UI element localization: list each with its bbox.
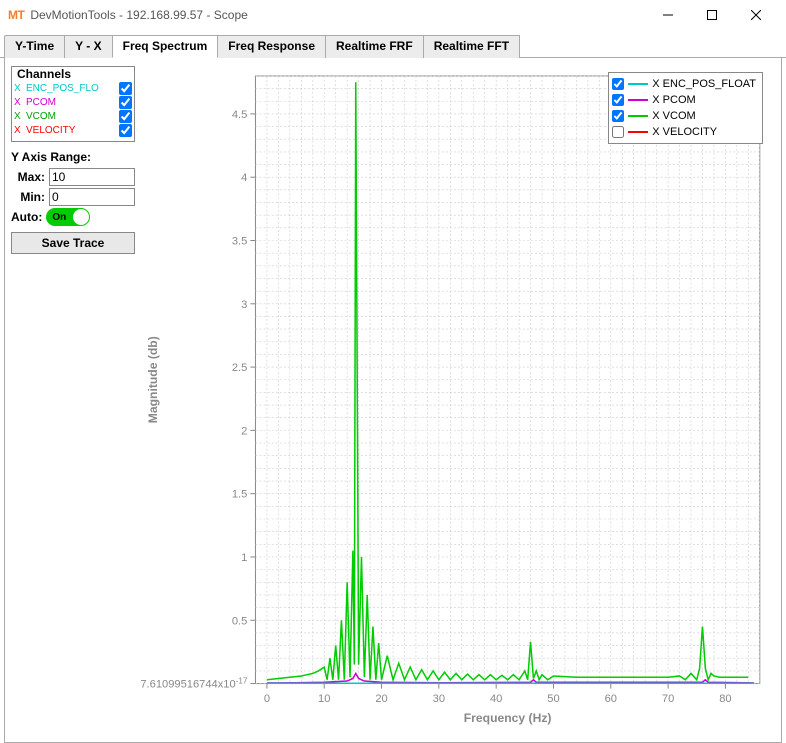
legend-swatch	[628, 131, 648, 133]
window-title: DevMotionTools - 192.168.99.57 - Scope	[30, 8, 646, 22]
legend-label: X ENC_POS_FLOAT	[652, 78, 756, 90]
channels-title: Channels	[14, 67, 74, 81]
svg-text:1: 1	[241, 552, 247, 564]
legend-row-1: X PCOM	[612, 92, 756, 108]
legend-checkbox-3[interactable]	[612, 126, 624, 138]
svg-text:40: 40	[490, 693, 502, 705]
channel-row-1: XPCOM	[12, 95, 134, 109]
legend: X ENC_POS_FLOAT X PCOM X VCOM X VELOCITY	[608, 72, 763, 144]
app-icon: MT	[8, 8, 24, 22]
channel-x-icon: X	[14, 125, 26, 136]
channel-x-icon: X	[14, 83, 26, 94]
legend-checkbox-2[interactable]	[612, 110, 624, 122]
svg-text:7.61099516744x10-17: 7.61099516744x10-17	[140, 676, 247, 691]
channel-label: PCOM	[26, 97, 119, 108]
save-trace-button[interactable]: Save Trace	[11, 232, 135, 254]
content-area: Channels XENC_POS_FLOXPCOMXVCOMXVELOCITY…	[4, 58, 782, 743]
legend-label: X VCOM	[652, 110, 695, 122]
channel-label: VELOCITY	[26, 125, 119, 136]
svg-text:4.5: 4.5	[232, 109, 247, 121]
svg-text:60: 60	[605, 693, 617, 705]
maximize-button[interactable]	[690, 0, 734, 30]
max-input[interactable]	[49, 168, 135, 186]
channel-label: VCOM	[26, 111, 119, 122]
tab-freq-response[interactable]: Freq Response	[217, 35, 326, 58]
svg-text:80: 80	[719, 693, 731, 705]
legend-row-3: X VELOCITY	[612, 124, 756, 140]
min-input[interactable]	[49, 188, 135, 206]
tab-bar: Y-TimeY - XFreq SpectrumFreq ResponseRea…	[0, 30, 786, 58]
svg-text:2: 2	[241, 425, 247, 437]
channel-x-icon: X	[14, 111, 26, 122]
channel-row-3: XVELOCITY	[12, 123, 134, 137]
titlebar: MT DevMotionTools - 192.168.99.57 - Scop…	[0, 0, 786, 30]
svg-text:0: 0	[264, 693, 270, 705]
channel-row-0: XENC_POS_FLO	[12, 81, 134, 95]
svg-text:30: 30	[433, 693, 445, 705]
tab-y-x[interactable]: Y - X	[64, 35, 112, 58]
chart[interactable]: 0 10 20 30 40 50 60 70 80 0.5 1 1.5 2 2.5 3 3.5 4 4.5 7.61…	[139, 62, 777, 738]
svg-text:0.5: 0.5	[232, 615, 247, 627]
svg-text:10: 10	[318, 693, 330, 705]
svg-text:Frequency (Hz): Frequency (Hz)	[464, 711, 552, 725]
svg-text:1.5: 1.5	[232, 489, 247, 501]
tab-freq-spectrum[interactable]: Freq Spectrum	[112, 35, 219, 58]
legend-row-0: X ENC_POS_FLOAT	[612, 76, 756, 92]
tab-realtime-fft[interactable]: Realtime FFT	[423, 35, 520, 58]
svg-text:70: 70	[662, 693, 674, 705]
min-label: Min:	[11, 190, 45, 204]
svg-text:Magnitude (db): Magnitude (db)	[146, 336, 160, 423]
svg-text:2.5: 2.5	[232, 362, 247, 374]
channels-panel: Channels XENC_POS_FLOXPCOMXVCOMXVELOCITY	[11, 66, 135, 142]
y-range-title: Y Axis Range:	[11, 150, 135, 164]
toggle-knob	[73, 209, 89, 225]
minimize-button[interactable]	[646, 0, 690, 30]
svg-text:4: 4	[241, 172, 247, 184]
channel-x-icon: X	[14, 97, 26, 108]
legend-checkbox-0[interactable]	[612, 78, 624, 90]
max-label: Max:	[11, 170, 45, 184]
auto-toggle-state: On	[52, 212, 66, 223]
svg-text:50: 50	[547, 693, 559, 705]
legend-swatch	[628, 83, 648, 85]
legend-row-2: X VCOM	[612, 108, 756, 124]
sidebar: Channels XENC_POS_FLOXPCOMXVCOMXVELOCITY…	[9, 62, 139, 738]
legend-swatch	[628, 115, 648, 117]
auto-toggle[interactable]: On	[46, 208, 90, 226]
channel-row-2: XVCOM	[12, 109, 134, 123]
tab-y-time[interactable]: Y-Time	[4, 35, 65, 58]
close-button[interactable]	[734, 0, 778, 30]
chart-area[interactable]: 0 10 20 30 40 50 60 70 80 0.5 1 1.5 2 2.5 3 3.5 4 4.5 7.61…	[139, 62, 777, 738]
svg-text:20: 20	[375, 693, 387, 705]
legend-label: X PCOM	[652, 94, 695, 106]
tab-realtime-frf[interactable]: Realtime FRF	[325, 35, 424, 58]
legend-swatch	[628, 99, 648, 101]
channel-checkbox-0[interactable]	[119, 82, 132, 95]
channel-checkbox-3[interactable]	[119, 124, 132, 137]
auto-label: Auto:	[11, 210, 42, 224]
legend-label: X VELOCITY	[652, 126, 717, 138]
channel-checkbox-1[interactable]	[119, 96, 132, 109]
channel-checkbox-2[interactable]	[119, 110, 132, 123]
legend-checkbox-1[interactable]	[612, 94, 624, 106]
svg-text:3.5: 3.5	[232, 236, 247, 248]
svg-text:3: 3	[241, 299, 247, 311]
channel-label: ENC_POS_FLO	[26, 83, 119, 94]
